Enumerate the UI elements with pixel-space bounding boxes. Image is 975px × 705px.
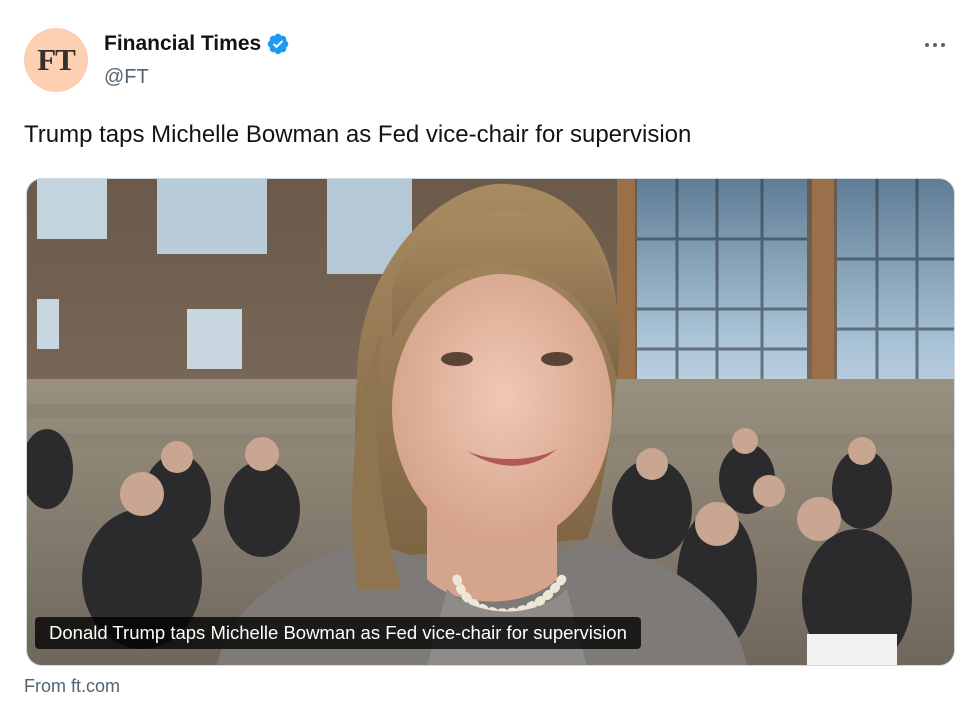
card-source-link[interactable]: From ft.com <box>24 676 120 697</box>
name-row: Financial Times <box>104 32 290 56</box>
verified-badge-icon <box>267 33 289 55</box>
link-card[interactable]: Donald Trump taps Michelle Bowman as Fed… <box>26 178 955 666</box>
article-photo <box>27 179 954 665</box>
display-name[interactable]: Financial Times <box>104 32 261 56</box>
tweet-header: FT Financial Times @FT <box>24 26 954 96</box>
more-options-icon[interactable] <box>918 32 952 58</box>
card-caption: Donald Trump taps Michelle Bowman as Fed… <box>35 617 641 649</box>
tweet-text: Trump taps Michelle Bowman as Fed vice-c… <box>24 121 692 148</box>
avatar-logo-text: FT <box>37 42 76 77</box>
handle[interactable]: @FT <box>104 66 149 89</box>
avatar[interactable]: FT <box>24 28 88 92</box>
